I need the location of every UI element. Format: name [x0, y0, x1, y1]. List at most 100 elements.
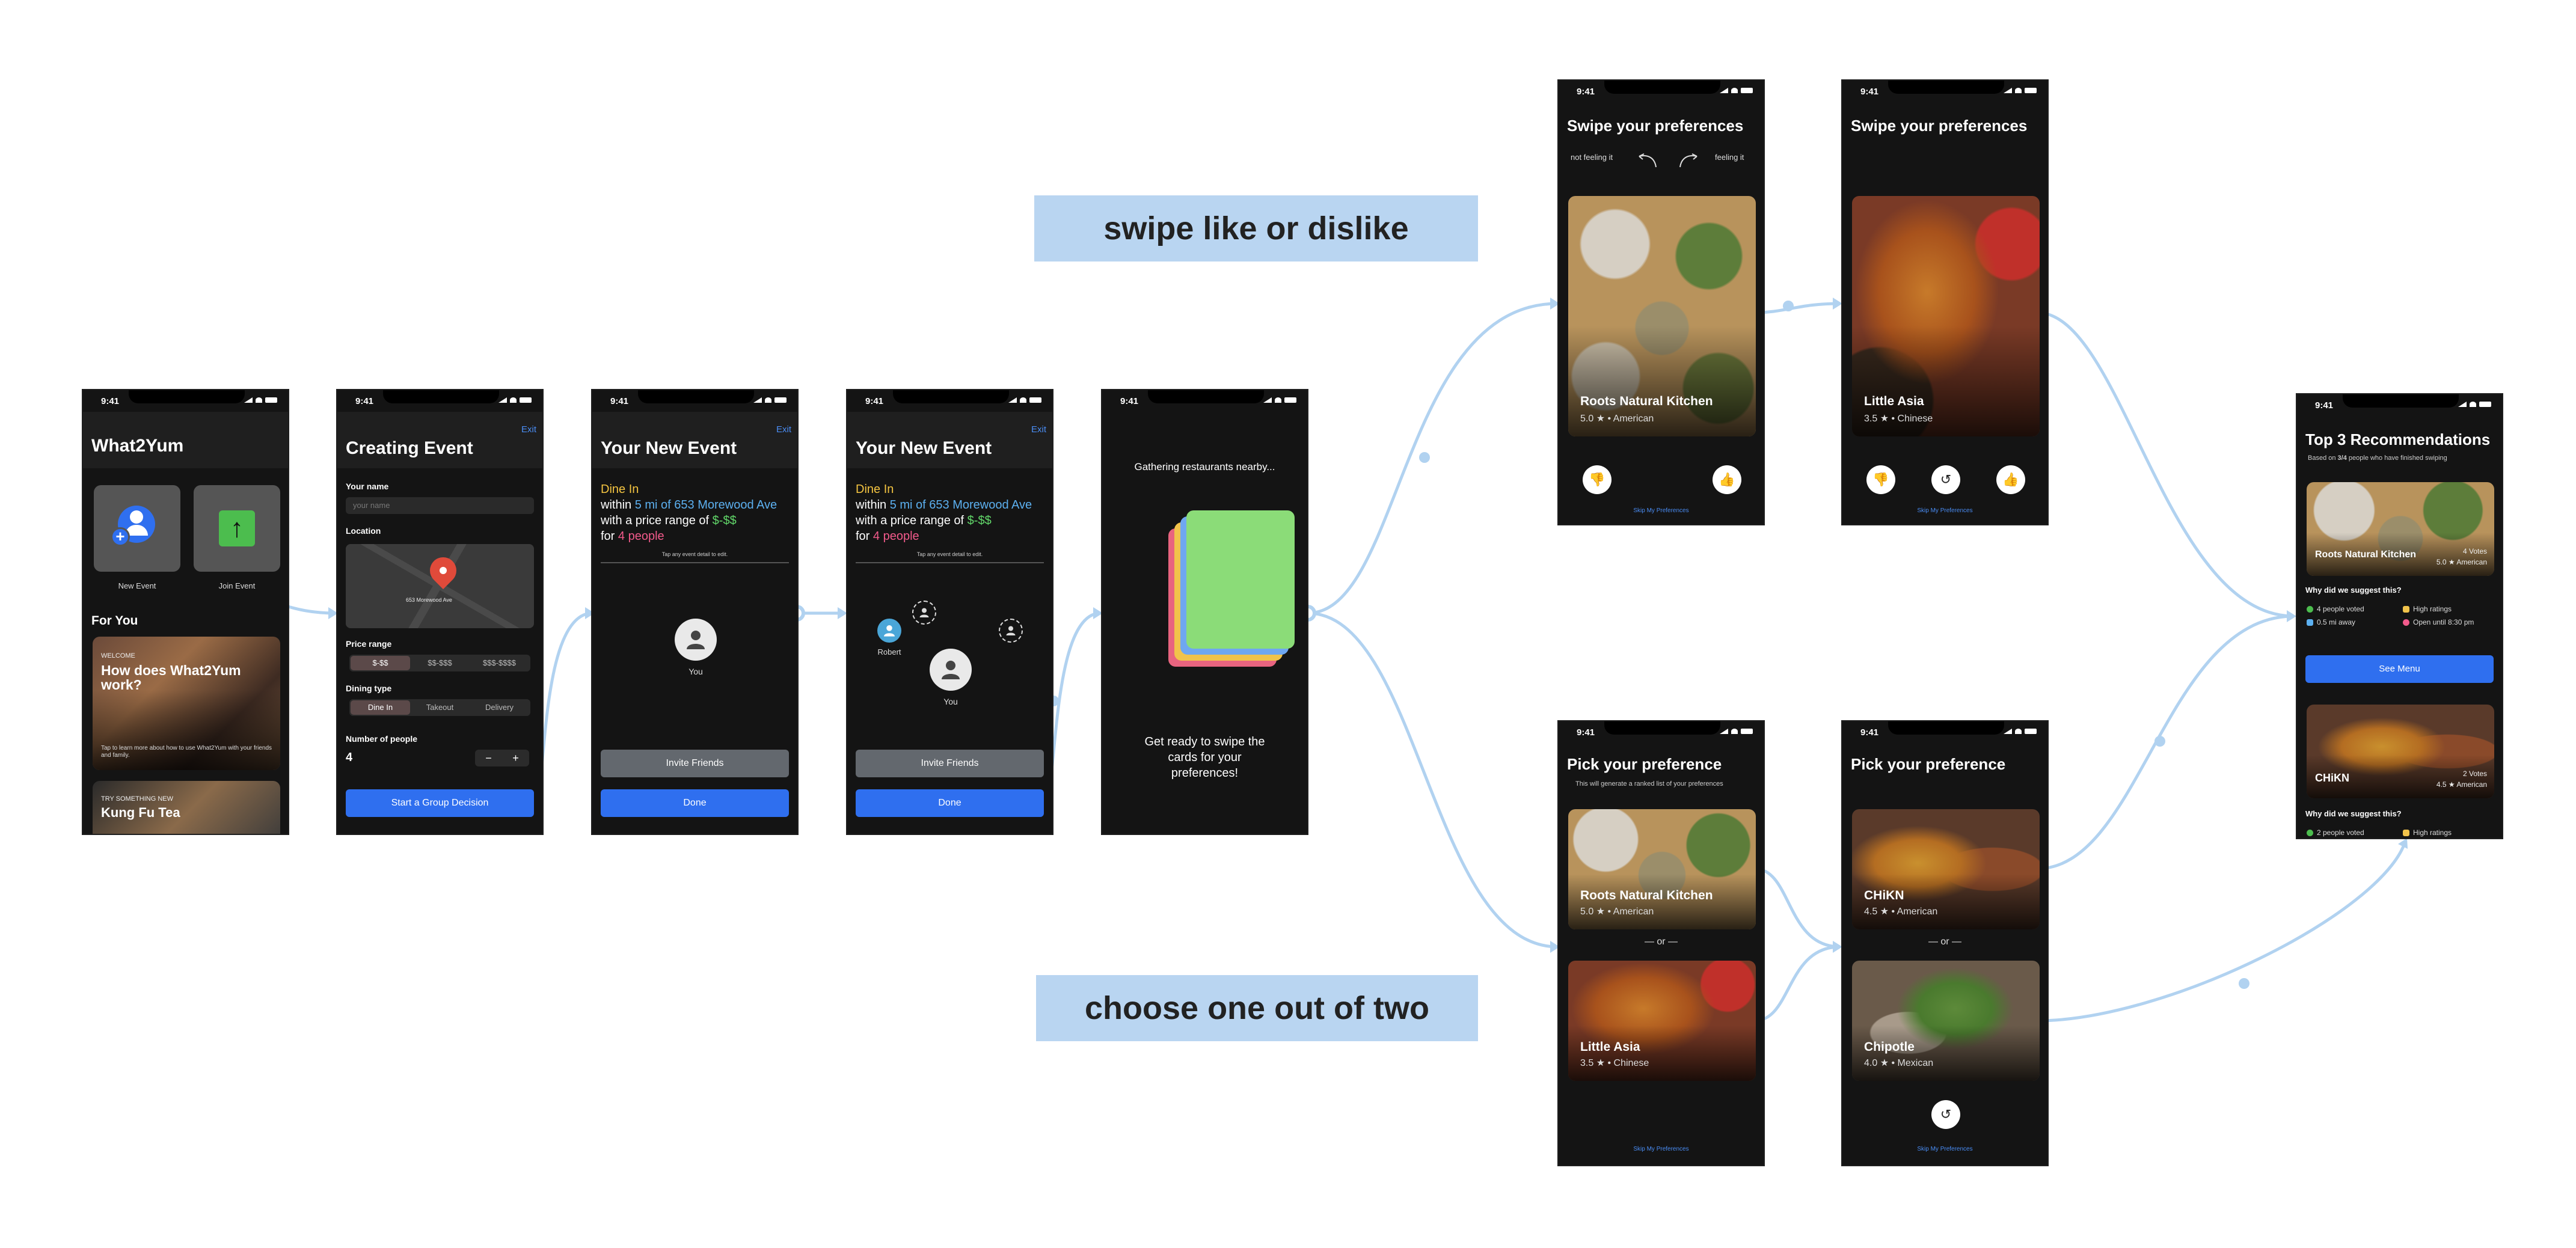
like-button[interactable]: 👍	[1996, 465, 2025, 494]
card-kung-fu-tea[interactable]: TRY SOMETHING NEW Kung Fu Tea	[93, 781, 280, 834]
invite-friends-button[interactable]: Invite Friends	[856, 750, 1044, 777]
notch	[383, 390, 499, 403]
price-detail[interactable]: $-$$	[968, 514, 992, 527]
wifi-icon	[2015, 729, 2022, 734]
event-summary[interactable]: Dine In within 5 mi of 653 Morewood Ave …	[856, 482, 1044, 544]
join-event-button[interactable]: ↑	[194, 485, 280, 572]
dislike-button[interactable]: 👎	[1583, 465, 1612, 494]
reason-chip: Open until 8:30 pm	[2403, 618, 2474, 626]
done-button[interactable]: Done	[856, 789, 1044, 817]
avatar-you-label: You	[943, 697, 958, 706]
plus-button[interactable]: +	[502, 750, 529, 766]
page-title: Creating Event	[346, 438, 473, 458]
exit-link[interactable]: Exit	[776, 424, 791, 435]
status-time: 9:41	[1577, 727, 1595, 738]
dining-option[interactable]: Dine In	[351, 700, 410, 715]
location-detail[interactable]: 5 mi of 653 Morewood Ave	[635, 498, 777, 512]
restaurant-name: Roots Natural Kitchen	[2315, 549, 2417, 560]
connector-midpoint	[1783, 301, 1794, 311]
choice-card[interactable]: Little Asia 3.5 ★ • Chinese	[1568, 961, 1756, 1081]
restaurant-name: CHiKN	[2315, 772, 2349, 784]
restaurant-meta: 5.0 ★ • American	[1580, 414, 1654, 424]
signal-icon	[2004, 88, 2012, 93]
swipe-card[interactable]: Little Asia 3.5 ★ • Chinese	[1852, 196, 2040, 436]
location-detail[interactable]: 5 mi of 653 Morewood Ave	[890, 498, 1032, 512]
vote-count: 2 Votes	[2462, 769, 2487, 778]
status-time: 9:41	[355, 396, 374, 406]
skip-preferences-link[interactable]: Skip My Preferences	[1842, 507, 2047, 514]
people-detail[interactable]: 4 people	[873, 530, 919, 543]
restaurant-name: Roots Natural Kitchen	[1580, 394, 1713, 408]
event-summary[interactable]: Dine In within 5 mi of 653 Morewood Ave …	[601, 482, 789, 544]
status-bar: 9:41	[592, 390, 797, 412]
exit-link[interactable]: Exit	[521, 424, 536, 435]
status-time: 9:41	[1577, 87, 1595, 97]
price-option[interactable]: $$$-$$$$	[470, 656, 529, 670]
dining-detail[interactable]: Dine In	[856, 483, 894, 496]
people-stepper[interactable]: − +	[475, 750, 529, 766]
skip-preferences-link[interactable]: Skip My Preferences	[1559, 507, 1764, 514]
dislike-button[interactable]: 👎	[1866, 465, 1895, 494]
battery-icon	[2479, 402, 2491, 407]
person-icon	[919, 608, 929, 617]
status-bar: 9:41	[1102, 390, 1307, 412]
minus-button[interactable]: −	[475, 750, 502, 766]
wifi-icon	[2015, 88, 2022, 93]
status-bar: 9:41	[1559, 81, 1764, 102]
choice-card[interactable]: Roots Natural Kitchen 5.0 ★ • American	[1568, 809, 1756, 929]
reason-chip: 4 people voted	[2307, 605, 2364, 613]
page-subtitle: Based on 3/4 people who have finished sw…	[2308, 454, 2447, 462]
people-detail[interactable]: 4 people	[618, 530, 664, 543]
swipe-card[interactable]: Roots Natural Kitchen 5.0 ★ • American	[1568, 196, 1756, 436]
card-stack	[1150, 510, 1295, 667]
dining-option[interactable]: Takeout	[410, 700, 470, 715]
choice-card[interactable]: Chipotle 4.0 ★ • Mexican	[1852, 961, 2040, 1081]
price-detail[interactable]: $-$$	[713, 514, 737, 527]
see-menu-button[interactable]: See Menu	[2305, 655, 2494, 683]
new-event-button[interactable]: +	[94, 485, 180, 572]
price-option[interactable]: $$-$$$	[410, 656, 470, 670]
skip-preferences-link[interactable]: Skip My Preferences	[1559, 1146, 1764, 1152]
restaurant-meta: 5.0 ★ • American	[1580, 907, 1654, 917]
undo-button[interactable]: ↺	[1931, 465, 1960, 494]
start-group-decision-button[interactable]: Start a Group Decision	[346, 789, 534, 817]
undo-button[interactable]: ↺	[1931, 1100, 1960, 1129]
location-map[interactable]: 653 Morewood Ave	[346, 544, 534, 628]
price-option[interactable]: $-$$	[351, 656, 410, 670]
status-time: 9:41	[610, 396, 629, 406]
dining-detail[interactable]: Dine In	[601, 483, 639, 496]
vote-count: 4 Votes	[2462, 547, 2487, 555]
recommendation-card[interactable]: CHiKN 2 Votes 4.5 ★ American	[2307, 705, 2494, 798]
signal-icon	[1008, 397, 1017, 403]
battery-icon	[520, 397, 532, 403]
skip-preferences-link[interactable]: Skip My Preferences	[1842, 1146, 2047, 1152]
banner-choose: choose one out of two	[1036, 975, 1478, 1041]
edit-hint: Tap any event detail to edit.	[661, 551, 728, 557]
card-how-it-works[interactable]: WELCOME How does What2Yum work? Tap to l…	[93, 637, 280, 770]
page-title: Your New Event	[856, 438, 992, 458]
invite-friends-button[interactable]: Invite Friends	[601, 750, 789, 777]
battery-icon	[1284, 397, 1296, 403]
status-bar: 9:41	[1842, 721, 2047, 743]
restaurant-meta: 3.5 ★ • Chinese	[1580, 1058, 1649, 1068]
why-heading: Why did we suggest this?	[2305, 586, 2402, 595]
recommendation-card[interactable]: Roots Natural Kitchen 4 Votes 5.0 ★ Amer…	[2307, 482, 2494, 576]
done-button[interactable]: Done	[601, 789, 789, 817]
page-subtitle: This will generate a ranked list of your…	[1575, 780, 1723, 788]
divider	[856, 562, 1044, 563]
like-button[interactable]: 👍	[1713, 465, 1741, 494]
dining-type-control[interactable]: Dine In Takeout Delivery	[349, 699, 530, 716]
dining-option[interactable]: Delivery	[470, 700, 529, 715]
name-field[interactable]: your name	[346, 497, 534, 514]
join-event-label: Join Event	[218, 581, 256, 590]
people-icon	[2307, 829, 2313, 836]
connector-midpoint	[1419, 452, 1430, 463]
choice-card[interactable]: CHiKN 4.5 ★ • American	[1852, 809, 2040, 929]
wifi-icon	[1731, 88, 1738, 93]
status-time: 9:41	[865, 396, 884, 406]
connector-swipe2-to-recs	[2037, 311, 2295, 618]
price-range-control[interactable]: $-$$ $$-$$$ $$$-$$$$	[349, 655, 530, 671]
exit-link[interactable]: Exit	[1031, 424, 1046, 435]
wifi-icon	[510, 397, 517, 403]
page-title: Swipe your preferences	[1567, 117, 1744, 135]
